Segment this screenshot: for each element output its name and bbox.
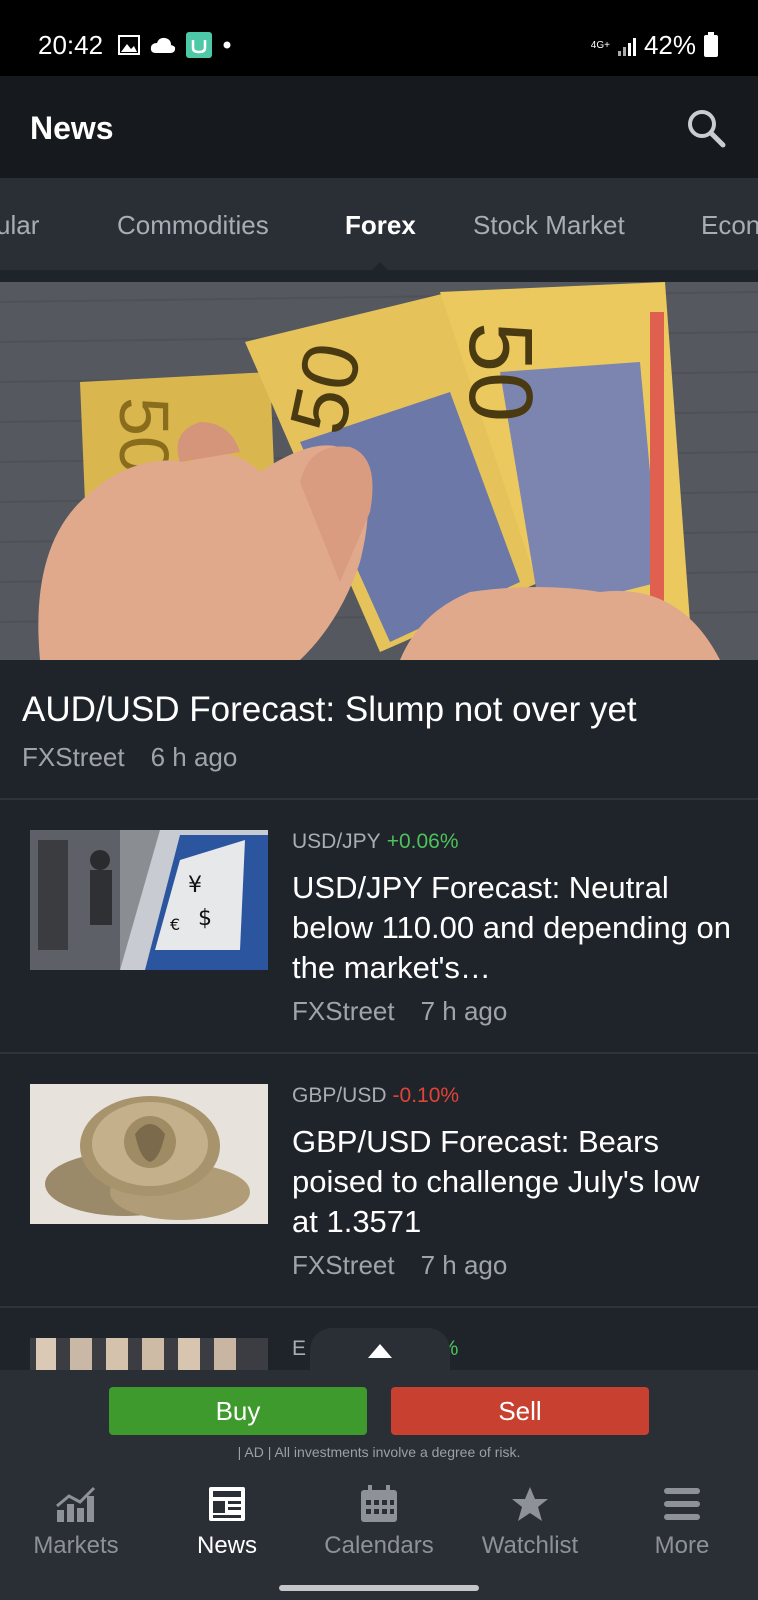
article-time: 7 h ago bbox=[420, 1250, 508, 1280]
notification-icons bbox=[118, 32, 232, 58]
search-icon[interactable] bbox=[684, 106, 728, 150]
buy-button[interactable]: Buy bbox=[109, 1387, 367, 1435]
star-icon bbox=[512, 1487, 548, 1521]
article-thumbnail[interactable] bbox=[30, 1338, 268, 1370]
category-tabs: ular Commodities Forex Stock Market Econ bbox=[0, 178, 758, 270]
nav-markets-label: Markets bbox=[33, 1532, 119, 1559]
sell-button[interactable]: Sell bbox=[391, 1387, 649, 1435]
newspaper-icon bbox=[209, 1487, 245, 1521]
cloud-icon bbox=[150, 37, 176, 53]
svg-text:50: 50 bbox=[273, 336, 379, 442]
news-list-item[interactable]: GBP/USD -0.10% GBP/USD Forecast: Bears po… bbox=[0, 1054, 758, 1304]
svg-text:50: 50 bbox=[450, 322, 550, 422]
featured-article-time: 6 h ago bbox=[150, 742, 238, 772]
battery-icon bbox=[704, 31, 718, 57]
status-bar: 20:42 4G+ 42% bbox=[0, 0, 758, 76]
hamburger-icon bbox=[664, 1488, 700, 1520]
calendar-icon bbox=[361, 1485, 397, 1522]
featured-article-meta: FXStreet 6 h ago bbox=[22, 742, 237, 773]
home-gesture-bar[interactable] bbox=[279, 1585, 479, 1591]
tab-economy[interactable]: Econ bbox=[701, 210, 758, 241]
markets-chart-icon bbox=[56, 1486, 96, 1522]
svg-text:$: $ bbox=[198, 906, 212, 931]
nav-watchlist-label: Watchlist bbox=[481, 1532, 579, 1559]
nav-calendars-label: Calendars bbox=[324, 1532, 434, 1559]
article-source: FXStreet bbox=[292, 1250, 395, 1280]
article-headline[interactable]: USD/JPY Forecast: Neutral below 110.00 a… bbox=[292, 868, 732, 988]
tab-stock-market[interactable]: Stock Market bbox=[473, 210, 625, 241]
price-change: +0.06% bbox=[386, 830, 459, 853]
trade-panel-toggle[interactable] bbox=[310, 1328, 450, 1372]
currency-pair: GBP/USD bbox=[292, 1084, 387, 1107]
app-notification-icon bbox=[186, 32, 212, 58]
price-change: -0.10% bbox=[392, 1084, 460, 1107]
network-type-indicator: 4G+ bbox=[590, 39, 610, 51]
app-bar: News bbox=[0, 76, 758, 178]
tab-popular[interactable]: ular bbox=[0, 210, 39, 241]
status-time: 20:42 bbox=[38, 30, 104, 60]
more-notifications-dot-icon bbox=[223, 41, 231, 49]
article-meta: FXStreet 7 h ago bbox=[292, 996, 507, 1027]
gallery-icon bbox=[118, 35, 140, 55]
page-title: News bbox=[30, 110, 114, 146]
nav-markets[interactable]: Markets bbox=[0, 1484, 152, 1560]
nav-watchlist[interactable]: Watchlist bbox=[454, 1484, 606, 1560]
currency-pair: USD/JPY bbox=[292, 830, 381, 853]
risk-disclaimer: | AD | All investments involve a degree … bbox=[237, 1444, 521, 1460]
article-thumbnail bbox=[30, 1084, 268, 1224]
featured-article-image[interactable]: 50 50 50 bbox=[0, 282, 758, 660]
currency-pair-tag: USD/JPY +0.06% bbox=[292, 830, 459, 854]
tab-commodities[interactable]: Commodities bbox=[117, 210, 269, 241]
divider bbox=[0, 1306, 758, 1308]
featured-article-source: FXStreet bbox=[22, 742, 125, 772]
nav-calendars[interactable]: Calendars bbox=[303, 1484, 455, 1560]
article-thumbnail: ¥ $ € bbox=[30, 830, 268, 970]
currency-pair: E bbox=[292, 1337, 307, 1360]
active-tab-indicator bbox=[372, 262, 388, 270]
article-time: 7 h ago bbox=[420, 996, 508, 1026]
battery-percentage: 42% bbox=[643, 30, 696, 60]
article-meta: FXStreet 7 h ago bbox=[292, 1250, 507, 1281]
tab-forex[interactable]: Forex bbox=[345, 210, 416, 241]
article-headline[interactable]: GBP/USD Forecast: Bears poised to challe… bbox=[292, 1122, 732, 1242]
signal-strength-icon bbox=[617, 36, 636, 56]
svg-text:¥: ¥ bbox=[188, 873, 202, 898]
nav-news-label: News bbox=[196, 1532, 257, 1559]
news-list-item[interactable]: ¥ $ € USD/JPY +0.06% USD/JPY Forecast: Ne… bbox=[0, 800, 758, 1050]
svg-text:€: € bbox=[170, 915, 180, 934]
article-source: FXStreet bbox=[292, 996, 395, 1026]
nav-more-label: More bbox=[654, 1532, 710, 1559]
currency-pair-tag: GBP/USD -0.10% bbox=[292, 1084, 459, 1108]
bottom-navigation: Markets News Calendars Watchlist More bbox=[0, 1470, 758, 1600]
nav-more[interactable]: More bbox=[606, 1484, 758, 1560]
featured-article-title[interactable]: AUD/USD Forecast: Slump not over yet bbox=[22, 690, 637, 730]
nav-news[interactable]: News bbox=[151, 1484, 303, 1560]
chevron-up-icon bbox=[368, 1344, 392, 1358]
